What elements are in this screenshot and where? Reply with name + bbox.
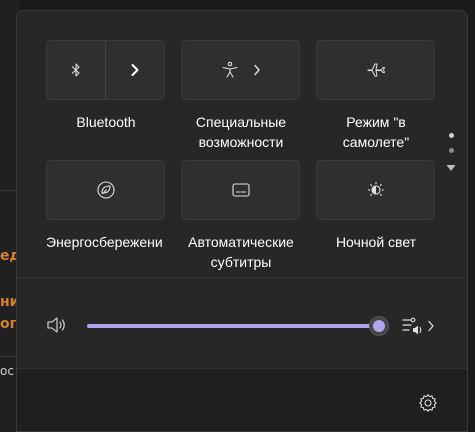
bluetooth-icon: [71, 63, 80, 77]
quick-settings-footer: [17, 368, 467, 431]
live-captions-tile[interactable]: [181, 160, 300, 220]
tile-label-live-captions: Автоматические субтитры: [188, 234, 294, 270]
sound-output-button[interactable]: [401, 315, 435, 337]
page-dot[interactable]: [448, 148, 454, 153]
page-dot-active[interactable]: [448, 133, 454, 138]
volume-slider-thumb-fill: [373, 320, 385, 332]
chevron-right-icon: [427, 320, 435, 332]
airplane-icon: [366, 61, 386, 79]
night-light-tile[interactable]: [316, 160, 435, 220]
tile-label-energy-saver: Энергосбережени: [46, 234, 163, 250]
chevron-right-icon: [252, 64, 262, 76]
background-text-fragment: ос: [0, 364, 14, 378]
accessibility-tile[interactable]: [181, 40, 300, 100]
chevron-right-icon: [131, 64, 139, 76]
accessibility-icon: [220, 61, 240, 79]
tile-label-accessibility: Специальные возможности: [195, 114, 287, 150]
live-captions-icon: [230, 181, 252, 199]
bluetooth-tile: [46, 40, 165, 100]
bluetooth-expand-button[interactable]: [106, 41, 164, 99]
bluetooth-toggle-button[interactable]: [47, 41, 105, 99]
gear-icon[interactable]: [418, 393, 438, 413]
tile-label-bluetooth: Bluetooth: [76, 114, 136, 130]
energy-saver-tile[interactable]: [46, 160, 165, 220]
page-down-arrow-icon[interactable]: [445, 163, 457, 173]
tile-label-night-light: Ночной свет: [335, 234, 417, 250]
airplane-mode-tile[interactable]: [316, 40, 435, 100]
energy-saver-leaf-icon: [95, 180, 117, 200]
night-light-icon: [365, 180, 387, 200]
section-divider: [17, 277, 467, 278]
volume-slider-track[interactable]: [87, 324, 379, 328]
volume-slider-thumb[interactable]: [369, 316, 389, 336]
tile-label-airplane-mode: Режим "в самолете": [342, 114, 410, 150]
quick-settings-panel: Bluetooth Специальные возможности Режим …: [16, 10, 468, 432]
page-indicator: [445, 133, 457, 173]
sound-output-icon: [401, 315, 425, 337]
speaker-icon[interactable]: [45, 314, 69, 336]
